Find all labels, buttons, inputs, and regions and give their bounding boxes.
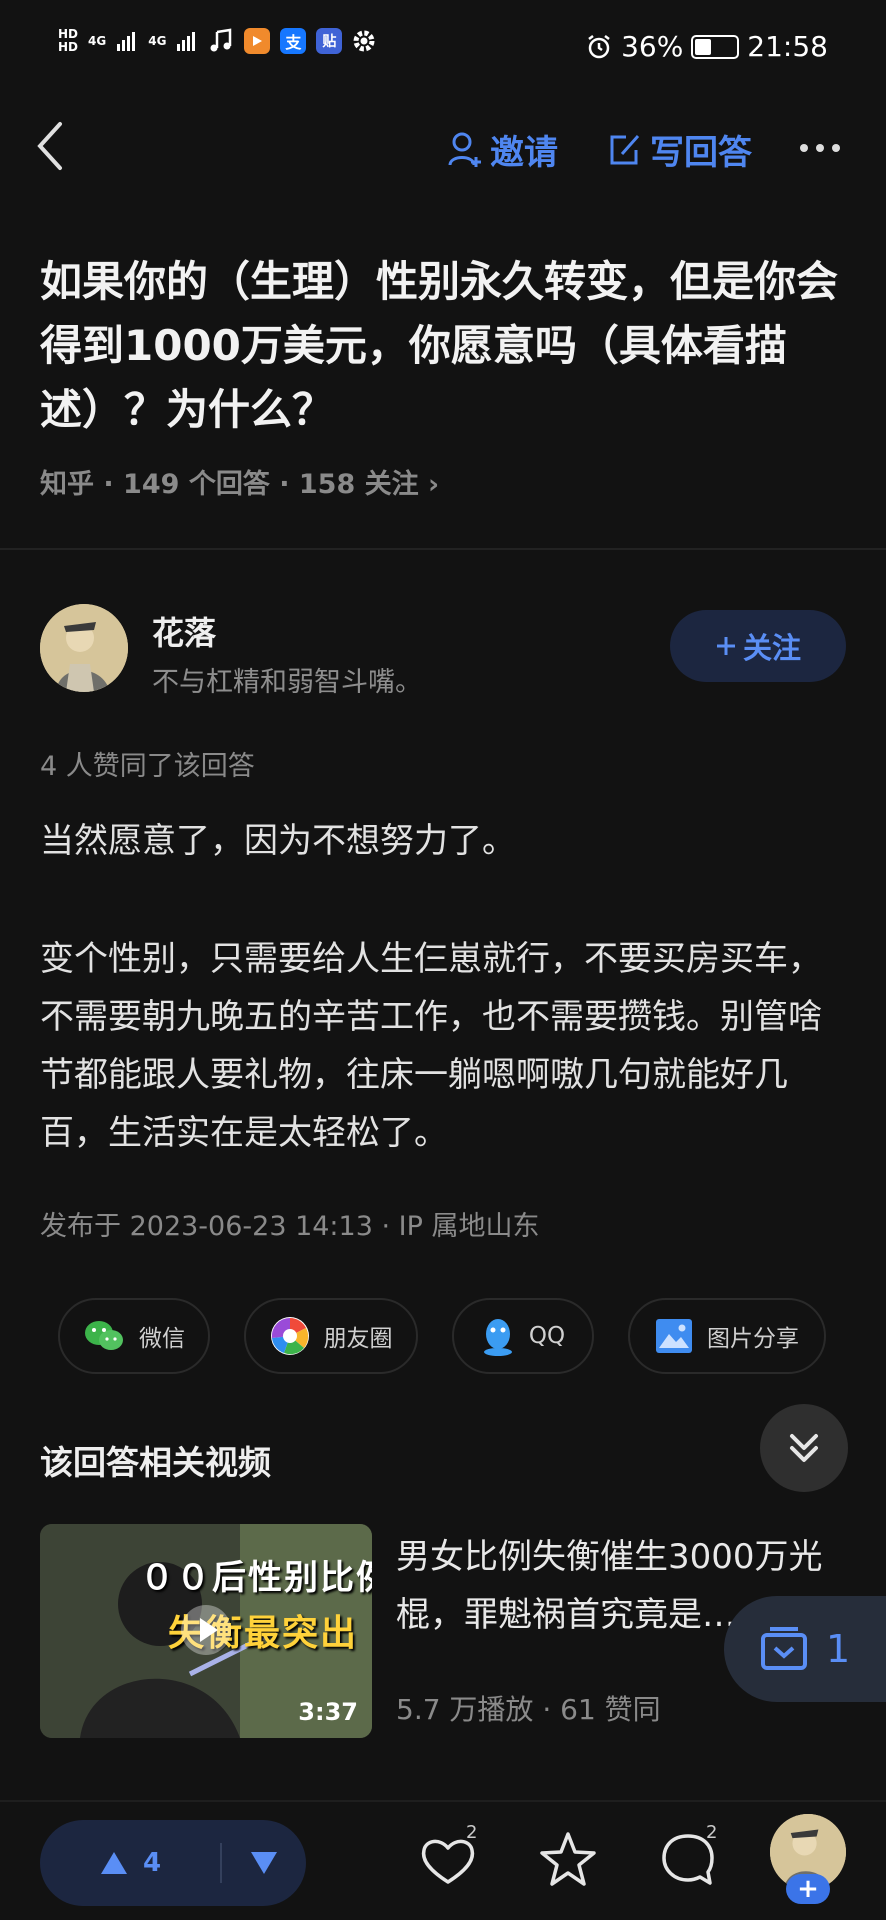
clock: 21:58 xyxy=(747,30,828,63)
star-icon xyxy=(540,1832,596,1886)
divider xyxy=(0,548,886,550)
invite-label: 邀请 xyxy=(490,133,558,173)
moments-icon xyxy=(270,1317,309,1355)
comment-button[interactable]: 2 xyxy=(656,1822,726,1898)
plus-icon xyxy=(716,637,735,655)
image-icon xyxy=(656,1319,692,1353)
video-meta: 5.7 万播放 · 61 赞同 xyxy=(396,1693,661,1726)
alarm-icon xyxy=(588,34,610,58)
chevron-left-icon xyxy=(37,122,62,170)
author-name[interactable]: 花落 xyxy=(152,608,216,654)
qq-icon xyxy=(483,1319,512,1356)
more-button[interactable] xyxy=(800,130,856,166)
hd-indicator-2: HD xyxy=(58,40,79,54)
collection-box-icon xyxy=(761,1627,807,1670)
invite-button[interactable]: 邀请 xyxy=(448,125,558,174)
share-wechat-label: 微信 xyxy=(139,1326,185,1352)
upvote-button[interactable]: 4 xyxy=(40,1820,220,1906)
tieba-icon: 贴 xyxy=(316,28,343,54)
play-icon[interactable] xyxy=(180,1604,232,1656)
like-count: 2 xyxy=(466,1822,478,1843)
answer-paragraph: 当然愿意了，因为不想努力了。 xyxy=(40,821,516,861)
gear-icon xyxy=(353,30,375,52)
more-dot-icon xyxy=(800,144,808,152)
share-image-label: 图片分享 xyxy=(707,1326,799,1352)
more-dot-icon xyxy=(816,144,824,152)
downvote-button[interactable] xyxy=(222,1820,306,1906)
comment-count: 2 xyxy=(706,1822,718,1843)
publish-info: 发布于 2023-06-23 14:13 · IP 属地山东 xyxy=(40,1211,540,1242)
vote-control: 4 xyxy=(40,1820,306,1906)
share-moments-label: 朋友圈 xyxy=(323,1326,393,1352)
share-qq-label: QQ xyxy=(528,1323,566,1349)
hd-indicators: HD HD xyxy=(58,28,78,54)
upvote-count: 4 xyxy=(142,1848,162,1878)
collection-count: 1 xyxy=(826,1627,851,1671)
follow-label: 关注 xyxy=(742,631,801,665)
write-answer-button[interactable]: 写回答 xyxy=(608,125,752,174)
network-type-2: 4G xyxy=(148,34,167,48)
favorite-button[interactable] xyxy=(536,1828,606,1898)
author-bio: 不与杠精和弱智斗嘴。 xyxy=(152,667,422,698)
back-button[interactable] xyxy=(30,118,80,178)
wechat-icon xyxy=(85,1321,123,1350)
person-add-icon xyxy=(448,132,481,167)
edit-icon xyxy=(610,134,640,164)
alipay-icon: 支 xyxy=(280,28,307,54)
related-videos-title: 该回答相关视频 xyxy=(40,1443,271,1482)
share-moments-button[interactable]: 朋友圈 xyxy=(244,1298,418,1374)
answer-paragraph: 变个性别，只需要给人生仨崽就行，不要买房买车，不需要朝九晚五的辛苦工作，也不需要… xyxy=(40,939,822,1153)
triangle-down-icon xyxy=(251,1852,277,1874)
question-title[interactable]: 如果你的（生理）性别永久转变，但是你会得到1000万美元，你愿意吗（具体看描述）… xyxy=(40,250,850,442)
signal-icon-2 xyxy=(177,32,196,51)
scroll-down-button[interactable] xyxy=(760,1404,848,1492)
share-wechat-button[interactable]: 微信 xyxy=(58,1298,210,1374)
thumbnail-caption: ００后性别比例 xyxy=(140,1558,372,1598)
video-duration: 3:37 xyxy=(298,1698,358,1726)
add-content-button[interactable]: + xyxy=(786,1874,830,1904)
question-meta[interactable]: 知乎 · 149 个回答 · 158 关注 › xyxy=(40,462,439,501)
collection-fab[interactable]: 1 xyxy=(724,1596,886,1702)
more-dot-icon xyxy=(832,144,840,152)
double-chevron-down-icon xyxy=(790,1434,818,1462)
status-right: 36% 21:58 xyxy=(585,30,828,63)
share-qq-button[interactable]: QQ xyxy=(452,1298,594,1374)
network-type-1: 4G xyxy=(88,34,107,48)
status-left: HD HD 4G 4G 支 贴 xyxy=(58,28,376,54)
signal-icon-1 xyxy=(117,32,136,51)
battery-percent: 36% xyxy=(621,30,684,63)
video-thumbnail[interactable]: ００后性别比例 失衡最突出 3:37 xyxy=(40,1524,372,1738)
battery-icon xyxy=(691,34,740,59)
video-app-icon xyxy=(244,28,271,54)
follow-button[interactable]: 关注 xyxy=(670,610,846,682)
triangle-up-icon xyxy=(100,1852,127,1874)
author-avatar[interactable] xyxy=(40,604,128,692)
write-answer-label: 写回答 xyxy=(650,133,752,173)
share-image-button[interactable]: 图片分享 xyxy=(628,1298,826,1374)
like-button[interactable]: 2 xyxy=(416,1822,486,1898)
voters-text[interactable]: 4 人赞同了该回答 xyxy=(40,744,255,783)
music-note-icon xyxy=(210,28,232,52)
status-bar: HD HD 4G 4G 支 贴 36% 21:58 xyxy=(0,0,886,100)
